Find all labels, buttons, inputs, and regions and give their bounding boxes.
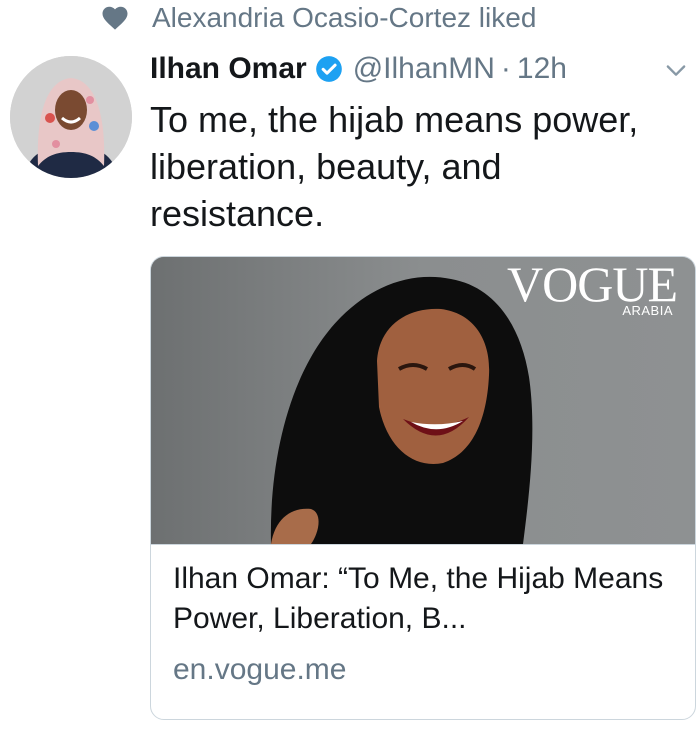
verified-badge-icon [315,56,342,82]
timestamp[interactable]: 12h [517,52,567,86]
avatar[interactable] [10,56,132,178]
card-title[interactable]: Ilhan Omar: “To Me, the Hijab Means Powe… [173,559,678,639]
vogue-logo: VOGUE [507,257,678,312]
author-name[interactable]: Ilhan Omar [150,52,307,86]
card-image: VOGUE ARABIA [151,257,695,544]
tweet[interactable]: Alexandria Ocasio-Cortez liked Ilhan Oma… [0,0,698,743]
author-handle[interactable]: @IlhanMN [353,52,495,86]
social-context-label[interactable]: Alexandria Ocasio-Cortez liked [152,2,536,34]
social-context: Alexandria Ocasio-Cortez liked [100,2,536,34]
avatar-image [10,56,132,178]
tweet-header: Ilhan Omar @IlhanMN · 12h [150,52,690,86]
link-card[interactable]: VOGUE ARABIA Ilhan Omar: “To Me, the Hij… [150,256,696,720]
separator-dot: · [500,52,511,85]
tweet-text: To me, the hijab means power, liberation… [150,99,639,234]
card-divider [151,544,695,545]
heart-icon [102,6,128,30]
vogue-logo-subtitle: ARABIA [622,303,673,318]
chevron-down-icon[interactable] [662,56,690,84]
card-domain[interactable]: en.vogue.me [173,653,346,687]
